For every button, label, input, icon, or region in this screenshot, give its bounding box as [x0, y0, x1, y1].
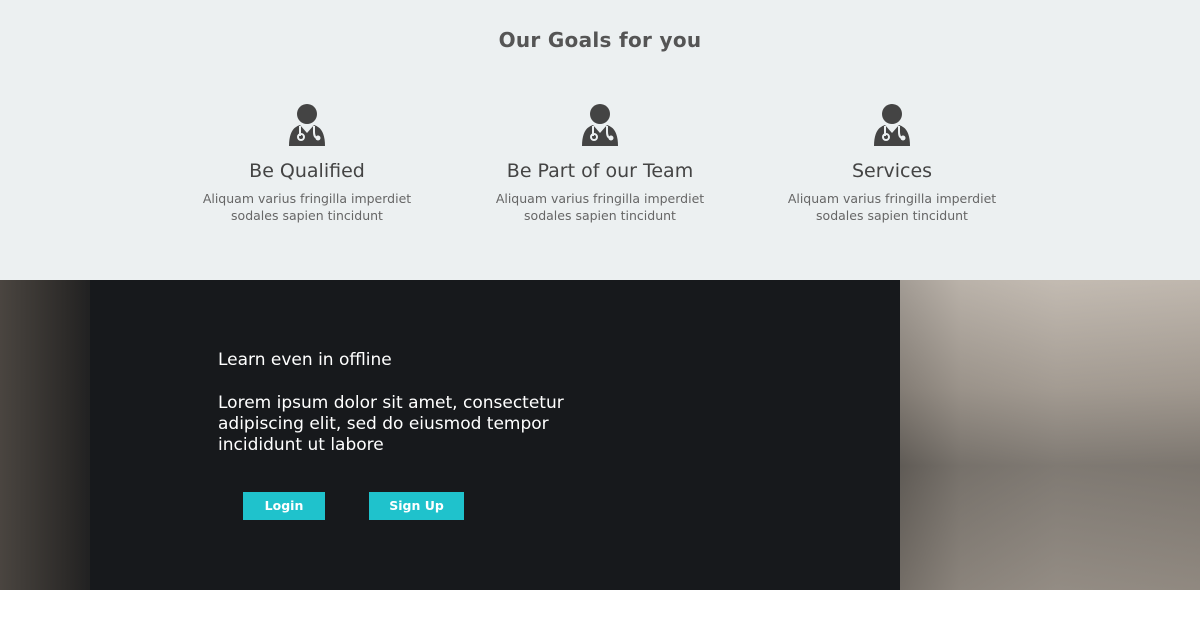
goal-description: Aliquam varius fringilla imperdiet sodal…	[772, 190, 1012, 224]
hero-banner: Learn even in offline Lorem ipsum dolor …	[0, 280, 1200, 590]
goal-description: Aliquam varius fringilla imperdiet sodal…	[480, 190, 720, 224]
doctor-icon	[582, 104, 618, 146]
goals-title: Our Goals for you	[498, 28, 702, 52]
goal-description-line: Aliquam varius fringilla imperdiet	[495, 191, 705, 206]
goal-card-services: Services Aliquam varius fringilla imperd…	[772, 104, 1012, 224]
login-button[interactable]: Login	[243, 492, 325, 520]
signup-button[interactable]: Sign Up	[369, 492, 464, 520]
goal-description-line: sodales sapien tincidunt	[816, 208, 968, 223]
goal-description: Aliquam varius fringilla imperdiet sodal…	[187, 190, 427, 224]
goal-heading: Services	[851, 160, 933, 182]
goal-heading: Be Qualified	[249, 160, 365, 182]
hero-background-haze	[900, 280, 1200, 590]
goal-description-line: Aliquam varius fringilla imperdiet	[202, 191, 412, 206]
goal-card-team: Be Part of our Team Aliquam varius fring…	[480, 104, 720, 224]
hero-text: Lorem ipsum dolor sit amet, consectetur …	[218, 393, 564, 455]
goal-card-qualified: Be Qualified Aliquam varius fringilla im…	[187, 104, 427, 224]
goal-description-line: sodales sapien tincidunt	[524, 208, 676, 223]
doctor-icon	[874, 104, 910, 146]
hero-title: Learn even in offline	[218, 350, 392, 370]
goals-section: Our Goals for you Be Qualified Aliquam v…	[0, 0, 1200, 280]
goal-description-line: Aliquam varius fringilla imperdiet	[787, 191, 997, 206]
doctor-icon	[289, 104, 325, 146]
goal-heading: Be Part of our Team	[506, 160, 694, 182]
goal-description-line: sodales sapien tincidunt	[231, 208, 383, 223]
